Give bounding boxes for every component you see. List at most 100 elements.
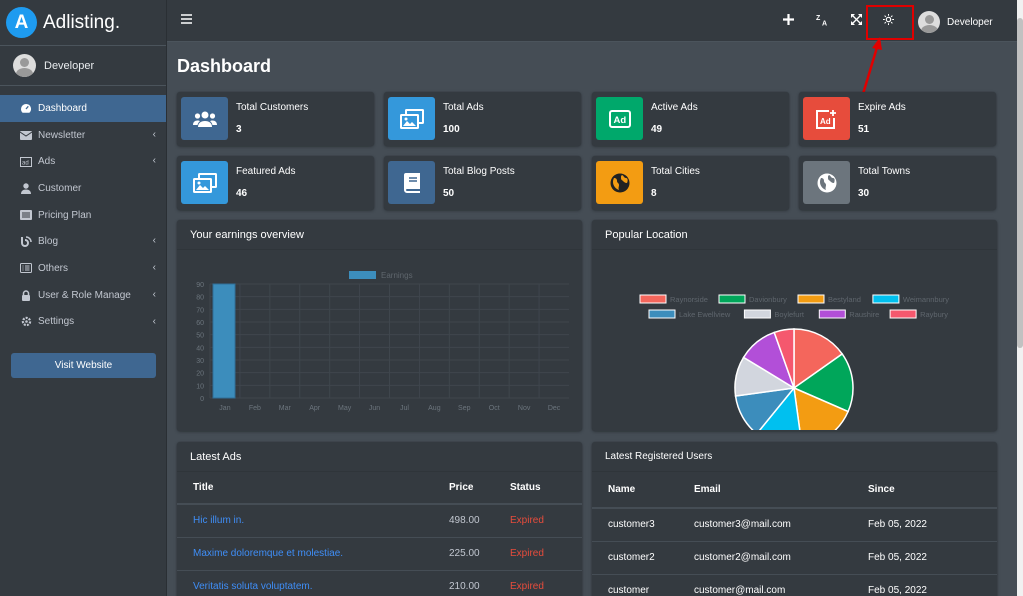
stat-total-ads[interactable]: Total Ads 100 (384, 92, 581, 146)
svg-text:Ad: Ad (613, 115, 626, 126)
stat-value: 50 (443, 188, 455, 199)
x-tick-label: Aug (428, 405, 441, 412)
globe-icon (596, 161, 643, 204)
brand-link[interactable]: A Adlisting. (0, 0, 166, 46)
topbar-user-menu[interactable]: Developer (918, 11, 993, 33)
sidebar-user-panel[interactable]: Developer (0, 46, 166, 86)
column-header-price: Price (449, 472, 510, 505)
stat-total-customers[interactable]: Total Customers 3 (177, 92, 374, 146)
table-row: customer2 customer2@mail.com Feb 05, 202… (592, 541, 997, 575)
sidebar-item-label: Pricing Plan (38, 209, 92, 221)
y-tick-label: 30 (196, 358, 204, 365)
envelope-icon (19, 129, 33, 141)
legend-label: Bestyland (828, 295, 861, 304)
y-tick-label: 20 (196, 371, 204, 378)
x-tick-label: Feb (249, 405, 261, 412)
stat-active-ads[interactable]: Ad Active Ads 49 (592, 92, 789, 146)
book-icon (388, 161, 435, 204)
stat-expire-ads[interactable]: Ad Expire Ads 51 (799, 92, 996, 146)
legend-swatch (718, 294, 746, 304)
plus-icon[interactable] (779, 13, 797, 29)
stat-label: Active Ads (651, 102, 698, 113)
legend-swatch (639, 294, 667, 304)
table-row: Maxime doloremque et molestiae. 225.00 E… (177, 537, 582, 571)
legend-label: Weimannbury (903, 295, 949, 304)
ad-title-link[interactable]: Maxime doloremque et molestiae. (177, 537, 449, 571)
card-title: Popular Location (592, 220, 997, 250)
page-scrollbar[interactable] (1017, 0, 1023, 596)
legend-label: Davionbury (749, 295, 787, 304)
images-icon (181, 161, 228, 204)
sidebar-item-user-role-manage[interactable]: User & Role Manage ‹ (0, 282, 166, 309)
sidebar-item-customer[interactable]: Customer (0, 175, 166, 202)
stat-label: Featured Ads (236, 166, 296, 177)
legend-swatch (872, 294, 900, 304)
gear-icon (19, 316, 33, 328)
y-tick-label: 50 (196, 333, 204, 340)
chevron-left-icon: ‹ (152, 288, 156, 300)
sidebar-item-blog[interactable]: Blog ‹ (0, 228, 166, 255)
stat-total-blog-posts[interactable]: Total Blog Posts 50 (384, 156, 581, 210)
stat-value: 49 (651, 124, 663, 135)
ad-title-link[interactable]: Veritatis soluta voluptatem. (177, 570, 449, 596)
x-tick-label: May (338, 405, 352, 412)
column-header-name: Name (592, 472, 694, 509)
avatar (13, 54, 36, 77)
blog-icon (19, 236, 33, 248)
column-header-status: Status (510, 472, 582, 505)
bar (212, 283, 236, 399)
stat-value: 46 (236, 188, 248, 199)
ad-icon: ad (19, 156, 33, 168)
sidebar-item-settings[interactable]: Settings ‹ (0, 309, 166, 336)
column-header-since: Since (868, 472, 997, 509)
y-tick-label: 80 (196, 295, 204, 302)
x-tick-label: Jan (219, 405, 230, 412)
table-row: Hic illum in. 498.00 Expired (177, 504, 582, 538)
chevron-left-icon: ‹ (152, 235, 156, 247)
user-email: customer2@mail.com (694, 541, 868, 575)
user-email: customer3@mail.com (694, 508, 868, 542)
legend-label: Lake Ewellview (679, 310, 731, 319)
sidebar-item-ads[interactable]: ad Ads ‹ (0, 148, 166, 175)
column-header-title: Title (177, 472, 449, 505)
chevron-left-icon: ‹ (152, 315, 156, 327)
sidebar-item-others[interactable]: Others ‹ (0, 255, 166, 282)
sidebar-item-label: Ads (38, 156, 56, 168)
menu-icon[interactable] (181, 14, 193, 26)
scrollbar-thumb[interactable] (1017, 18, 1023, 348)
sidebar-item-label: Others (38, 262, 69, 274)
stat-label: Total Blog Posts (443, 166, 515, 177)
sidebar-item-pricing-plan[interactable]: Pricing Plan (0, 202, 166, 229)
legend-swatch (349, 271, 376, 279)
topbar-user-name: Developer (947, 16, 993, 28)
ad-expire-icon: Ad (803, 97, 850, 140)
stat-featured-ads[interactable]: Featured Ads 46 (177, 156, 374, 210)
card-title: Your earnings overview (177, 220, 582, 250)
expand-icon[interactable] (847, 13, 865, 29)
x-tick-label: Mar (279, 405, 292, 412)
table-row: customer customer@mail.com Feb 05, 2022 (592, 574, 997, 596)
ad-title-link[interactable]: Hic illum in. (177, 504, 449, 538)
user-since: Feb 05, 2022 (868, 508, 997, 542)
legend-label: Raybury (920, 310, 948, 319)
x-tick-label: Sep (458, 405, 471, 412)
sidebar-item-label: Dashboard (38, 102, 87, 114)
sidebar-nav: Dashboard Newsletter ‹ ad Ads ‹ Customer (0, 95, 166, 335)
stat-total-towns[interactable]: Total Towns 30 (799, 156, 996, 210)
user-name: customer2 (592, 541, 694, 575)
sidebar-item-dashboard[interactable]: Dashboard (0, 95, 166, 122)
sidebar-item-newsletter[interactable]: Newsletter ‹ (0, 122, 166, 149)
brand-logo: A (6, 7, 37, 38)
visit-website-button[interactable]: Visit Website (11, 353, 156, 378)
ad-icon: Ad (596, 97, 643, 140)
stat-value: 8 (651, 188, 657, 199)
sidebar-item-label: Blog (38, 236, 59, 248)
y-tick-label: 70 (196, 307, 204, 314)
column-header-email: Email (694, 472, 868, 509)
translate-icon[interactable]: ZA (813, 13, 831, 30)
svg-text:A: A (822, 21, 827, 27)
latest-users-table: Name Email Since customer3 customer3@mai… (592, 472, 997, 596)
stat-total-cities[interactable]: Total Cities 8 (592, 156, 789, 210)
legend-swatch (797, 294, 825, 304)
y-tick-label: 10 (196, 383, 204, 390)
